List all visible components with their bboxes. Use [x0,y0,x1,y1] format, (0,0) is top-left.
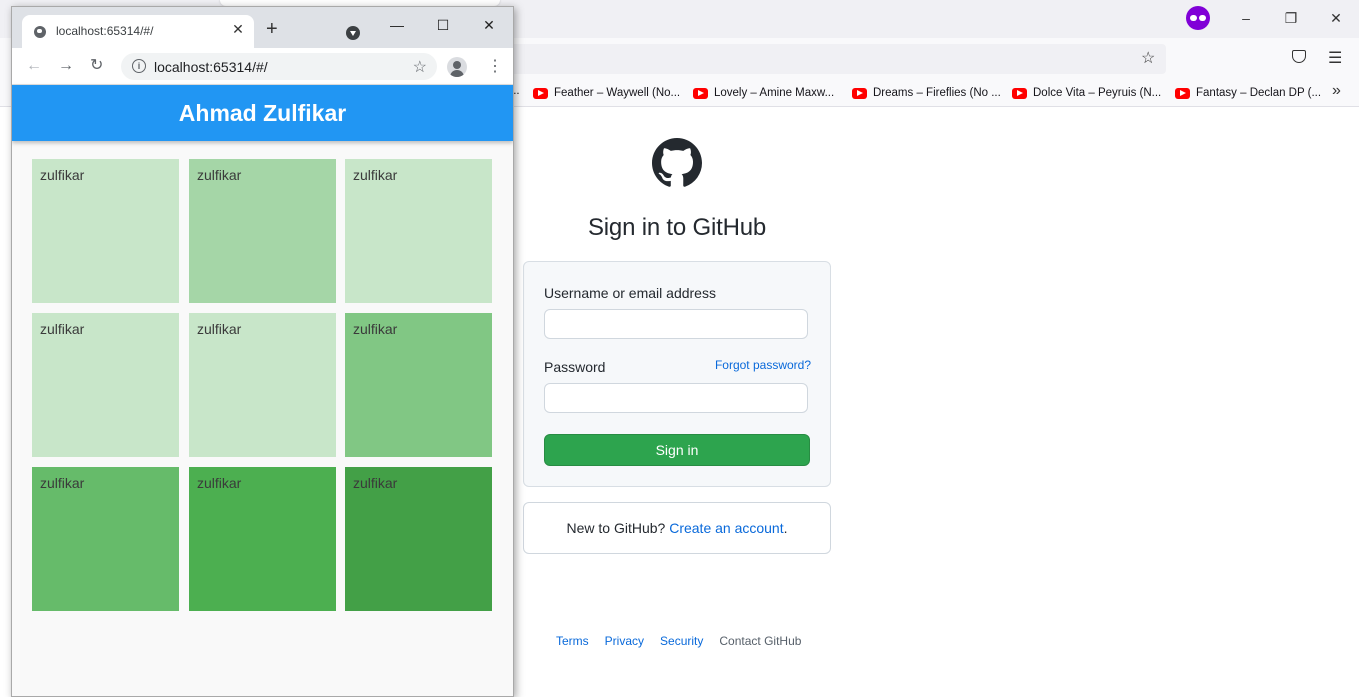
new-tab-icon[interactable]: + [266,19,278,39]
create-account-callout: New to GitHub? Create an account. [523,502,831,554]
app-bar: Ahmad Zulfikar [12,85,513,141]
youtube-icon [693,87,708,99]
app-title: Ahmad Zulfikar [178,99,347,126]
bookmark-label: Lovely – Amine Maxw... [714,87,835,99]
tile-label: zulfikar [353,167,398,183]
page-title: Sign in to GitHub [587,214,767,241]
bookmark-label: Feather – Waywell (No... [554,87,681,99]
bookmark-item[interactable]: Feather – Waywell (No... [533,85,680,101]
sign-in-button[interactable]: Sign in [544,434,810,466]
bookmark-item[interactable]: Fantasy – Declan DP (... [1175,85,1321,101]
back-icon[interactable]: ← [26,57,42,75]
bookmark-star-icon[interactable]: ☆ [1141,48,1155,68]
bookmarks-overflow-icon[interactable]: » [1332,82,1341,100]
bookmark-item[interactable]: Dreams – Fireflies (No ... [852,85,1001,101]
profile-avatar-icon[interactable] [447,57,467,77]
new-to-github-text: New to GitHub? [566,520,666,536]
tile-label: zulfikar [197,475,242,491]
bookmark-item[interactable]: Dolce Vita – Peyruis (N... [1012,85,1161,101]
background-url-bar[interactable] [510,44,1166,74]
close-tab-icon[interactable]: ✕ [230,21,246,38]
restore-icon[interactable]: ❐ [1281,8,1301,28]
tab-search-icon[interactable] [346,26,360,40]
grid-tile[interactable]: zulfikar [189,467,336,611]
globe-icon [34,26,46,38]
bookmark-label: Dolce Vita – Peyruis (N... [1033,87,1162,99]
tile-label: zulfikar [40,321,85,337]
username-label: Username or email address [544,285,716,301]
bookmark-label: Fantasy – Declan DP (... [1196,87,1322,99]
tile-label: zulfikar [353,475,398,491]
tile-label: zulfikar [197,167,242,183]
grid-tile[interactable]: zulfikar [32,159,179,303]
grid-tile[interactable]: zulfikar [189,313,336,457]
youtube-icon [1175,87,1190,99]
youtube-icon [852,87,867,99]
tab-title: localhost:65314/#/ [56,24,154,38]
grid-tile[interactable]: zulfikar [32,467,179,611]
bookmark-label: Dreams – Fireflies (No ... [873,87,1001,99]
footer-privacy-link[interactable]: Privacy [605,634,644,648]
chrome-toolbar: ← → ↻ i localhost:65314/#/ ☆ ⋮ [12,48,513,85]
password-field[interactable] [544,383,808,413]
forgot-password-link[interactable]: Forgot password? [715,358,811,372]
chrome-tab-strip: localhost:65314/#/ ✕ + — ☐ ✕ [12,7,513,48]
tab-localhost[interactable]: localhost:65314/#/ ✕ [22,15,254,48]
password-label: Password [544,359,606,375]
create-account-suffix: . [783,520,788,536]
create-account-link[interactable]: Create an account [669,520,783,536]
bookmark-item[interactable]: Lovely – Amine Maxw... [693,85,834,101]
tile-label: zulfikar [40,167,85,183]
footer-security-link[interactable]: Security [660,634,703,648]
grid-tile[interactable]: zulfikar [345,467,492,611]
grid-tile[interactable]: zulfikar [32,313,179,457]
grid-tile[interactable]: zulfikar [189,159,336,303]
address-bar[interactable]: i localhost:65314/#/ ☆ [121,53,437,80]
footer: Terms Privacy Security Contact GitHub [556,634,801,648]
maximize-icon[interactable]: ☐ [429,13,457,37]
site-info-icon[interactable]: i [132,59,146,73]
username-field[interactable] [544,309,808,339]
footer-contact-link[interactable]: Contact GitHub [719,634,801,648]
url-text[interactable]: localhost:65314/#/ [154,59,268,75]
tile-label: zulfikar [197,321,242,337]
github-logo-icon[interactable] [652,138,702,188]
youtube-icon [1012,87,1027,99]
grid-tile[interactable]: zulfikar [345,159,492,303]
reload-icon[interactable]: ↻ [90,57,103,75]
youtube-icon [533,87,548,99]
sign-in-form: Username or email address Password Forgo… [523,261,831,487]
chrome-window: localhost:65314/#/ ✕ + — ☐ ✕ ← → ↻ i loc… [11,6,514,697]
tile-label: zulfikar [40,475,85,491]
close-window-icon[interactable]: ✕ [475,13,503,37]
footer-terms-link[interactable]: Terms [556,634,589,648]
menu-icon[interactable]: ☰ [1328,48,1342,68]
tile-label: zulfikar [353,321,398,337]
close-icon[interactable]: ✕ [1326,8,1346,28]
grid-tile[interactable]: zulfikar [345,313,492,457]
forward-icon[interactable]: → [58,57,74,75]
private-browsing-icon[interactable] [1186,6,1210,30]
minimize-icon[interactable]: — [383,13,411,37]
bookmark-star-icon[interactable]: ☆ [413,57,427,77]
minimize-icon[interactable]: – [1236,8,1256,28]
more-options-icon[interactable]: ⋮ [487,56,503,76]
